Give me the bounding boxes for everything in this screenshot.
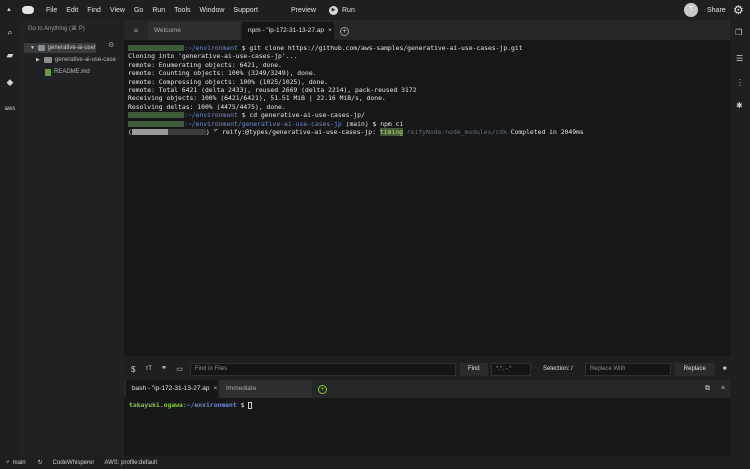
menu-run[interactable]: Run (152, 7, 165, 14)
terminal-line: remote: Compressing objects: 100% (1025/… (128, 77, 329, 86)
codewhisperer-label[interactable]: CodeWhisperer (53, 460, 95, 466)
editor-tab-bar: ≡ Welcome npm - "ip-172-31-13-27.ap × + (124, 20, 730, 40)
redacted-user (128, 45, 184, 51)
debugger-icon[interactable]: ✱ (736, 101, 743, 110)
collaborate-icon[interactable]: ❐ (735, 28, 742, 37)
close-icon[interactable]: × (328, 22, 332, 40)
terminal-line: :~/environment $ git clone https://githu… (128, 44, 726, 52)
markdown-file-icon (45, 68, 51, 76)
tab-menu-icon[interactable]: ≡ (128, 22, 144, 40)
terminal-line: :~/environment/generative-ai-use-cases-j… (128, 120, 726, 128)
menu-view[interactable]: View (110, 7, 125, 14)
status-bar: ⑂ main ↻ CodeWhisperer AWS: profile:defa… (0, 456, 750, 469)
redacted-user (128, 120, 184, 127)
settings-gear-icon[interactable]: ⚙ (733, 3, 744, 17)
left-activity-rail: ⌕ ▰ ◆ aws (0, 20, 20, 456)
folder-icon (43, 57, 52, 63)
chevron-right-icon: ▶ (36, 57, 40, 63)
folder-icon (37, 45, 45, 51)
branch-icon[interactable]: ⑂ (6, 460, 10, 466)
bottom-panel-tab-bar: bash - "ip-172-31-13-27.ap × Immediate +… (124, 380, 730, 398)
tab-npm-terminal[interactable]: npm - "ip-172-31-13-27.ap × (242, 22, 334, 40)
redacted-user (128, 112, 184, 119)
maximize-panel-icon[interactable]: ⧉ (705, 385, 710, 393)
terminal-line: remote: Enumerating objects: 6421, done. (128, 60, 282, 69)
terminal-progress-line: () ⠋ reify:@types/generative-ai-use-case… (128, 128, 584, 137)
menu-support[interactable]: Support (233, 7, 258, 14)
search-icon[interactable]: ⌕ (4, 26, 16, 38)
run-button[interactable]: ▶ Run (329, 5, 364, 15)
find-button[interactable]: Find (459, 362, 488, 376)
bash-terminal[interactable]: takayuki.ogawa:~/environment $ (124, 398, 730, 456)
terminal-cursor (248, 401, 253, 409)
terminal-line: Cloning into 'generative-ai-use-cases-jp… (128, 52, 298, 61)
sync-icon[interactable]: ↻ (38, 459, 43, 466)
replace-button[interactable]: Replace (674, 362, 715, 376)
progress-bar (131, 129, 168, 136)
show-replace-toggle-icon[interactable]: ▭ (176, 365, 183, 373)
menu-edit[interactable]: Edit (66, 7, 78, 14)
close-icon[interactable]: ■ (723, 366, 727, 372)
tab-label: npm - "ip-172-31-13-27.ap (248, 27, 325, 34)
right-activity-rail: ❐ ☰ ⋮ ✱ (730, 20, 750, 456)
find-in-files-bar: $ ᴛT ❞ ▭ Find in Files Find *.*, -.* Sel… (124, 360, 730, 378)
child-folder-label: generative-ai-use-case (54, 57, 116, 63)
tab-welcome[interactable]: Welcome (148, 22, 240, 40)
menu-find[interactable]: Find (87, 7, 101, 14)
share-button[interactable]: Share (707, 7, 726, 14)
close-icon[interactable]: × (213, 380, 217, 398)
run-label: Run (342, 6, 355, 14)
close-panel-icon[interactable]: × (721, 385, 725, 392)
play-icon: ▶ (329, 5, 338, 15)
go-to-anything-input[interactable]: Go to Anything (⌘ P) (25, 24, 121, 35)
menu-go[interactable]: Go (134, 7, 143, 14)
terminal-line: :~/environment $ cd generative-ai-use-ca… (128, 111, 726, 119)
aws-profile-label[interactable]: AWS: profile:default (104, 460, 157, 466)
terminal-line: Resolving deltas: 100% (4475/4475), done… (128, 102, 286, 111)
terminal-prompt-line: takayuki.ogawa:~/environment $ (129, 401, 725, 409)
add-tab-icon[interactable]: + (318, 385, 327, 394)
menu-window[interactable]: Window (200, 7, 225, 14)
tab-label: Welcome (154, 27, 181, 34)
tree-readme-file[interactable]: README.md (45, 67, 90, 77)
tree-child-folder[interactable]: ▶ generative-ai-use-case (36, 55, 116, 65)
file-tree-panel: Go to Anything (⌘ P) ⚙ ▼ generative-ai-u… (20, 20, 124, 456)
terminal-line: remote: Total 6421 (delta 2433), reused … (128, 86, 417, 95)
tree-settings-gear-icon[interactable]: ⚙ (108, 41, 114, 49)
selection-dropdown[interactable]: Selection: / (533, 362, 582, 376)
find-in-files-input[interactable]: Find in Files (189, 362, 456, 376)
terminal-line: remote: Counting objects: 100% (3249/324… (128, 69, 317, 78)
branch-label[interactable]: main (13, 460, 26, 466)
aws-icon[interactable]: aws (4, 103, 16, 115)
editor-terminal[interactable]: :~/environment $ git clone https://githu… (124, 40, 730, 356)
collapse-arrow-icon[interactable]: ▲ (6, 7, 12, 13)
source-control-icon[interactable]: ◆ (4, 76, 16, 88)
chevron-down-icon: ▼ (30, 45, 35, 51)
tab-immediate[interactable]: Immediate (220, 380, 312, 398)
replace-with-input[interactable]: Replace With (584, 362, 671, 376)
aws-resources-icon[interactable]: ⋮ (736, 78, 744, 87)
menu-file[interactable]: File (46, 7, 57, 14)
menu-bar: ▲ File Edit Find View Go Run Tools Windo… (0, 0, 750, 20)
whole-word-toggle-icon[interactable]: ❞ (162, 365, 166, 374)
readme-label: README.md (54, 69, 90, 75)
menu-tools[interactable]: Tools (174, 7, 190, 14)
preview-button[interactable]: Preview (291, 7, 316, 14)
cloud9-logo-icon[interactable] (21, 6, 34, 14)
file-pattern-input[interactable]: *.*, -.* (490, 362, 531, 376)
tab-label: Immediate (226, 385, 257, 392)
add-tab-icon[interactable]: + (340, 27, 349, 36)
environment-folder-icon[interactable]: ▰ (4, 49, 16, 61)
root-folder-label: generative-ai-user (47, 45, 96, 51)
terminal-line: Receiving objects: 100% (6421/6421), 51.… (128, 94, 386, 103)
match-case-toggle-icon[interactable]: ᴛT (145, 366, 151, 372)
tree-root-folder[interactable]: ▼ generative-ai-user (24, 43, 96, 53)
progress-bar-remaining (167, 129, 206, 136)
regex-toggle-icon[interactable]: $ (131, 365, 135, 374)
tab-bash-terminal[interactable]: bash - "ip-172-31-13-27.ap × (126, 380, 218, 398)
avatar[interactable]: T (684, 3, 698, 17)
tab-label: bash - "ip-172-31-13-27.ap (132, 385, 210, 392)
outline-icon[interactable]: ☰ (736, 54, 743, 63)
